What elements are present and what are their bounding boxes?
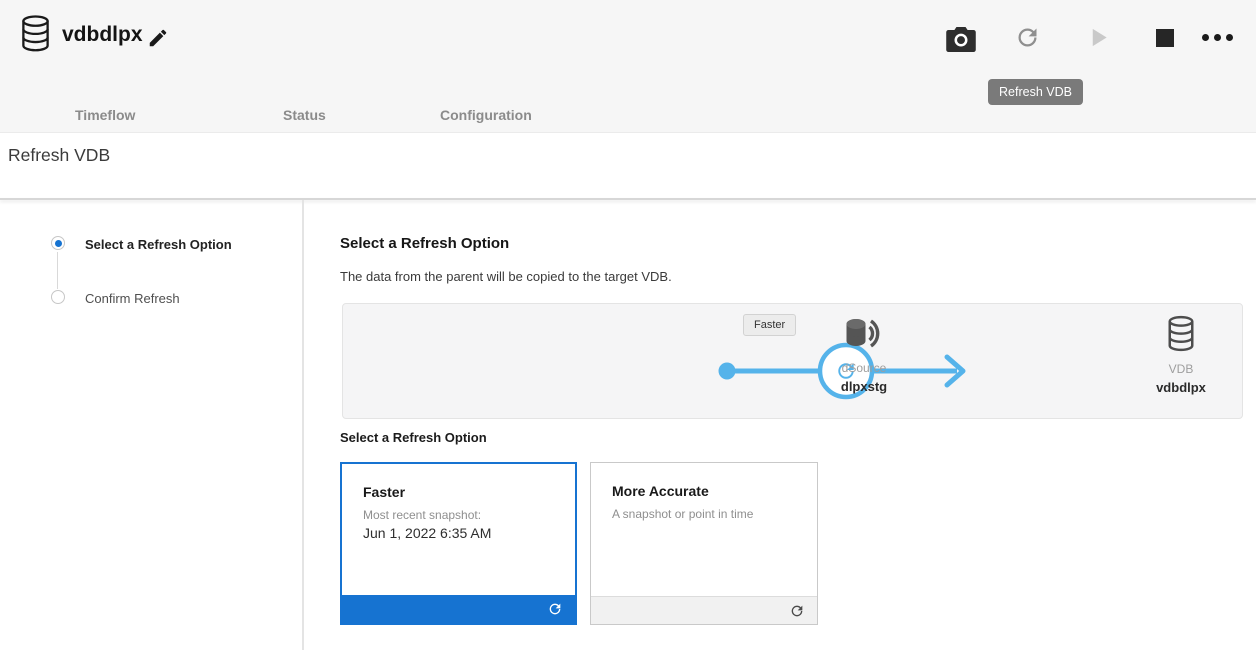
refresh-icon <box>547 601 563 617</box>
step-confirm-refresh[interactable]: Confirm Refresh <box>51 290 180 306</box>
tab-timeflow[interactable]: Timeflow <box>75 107 135 123</box>
step-connector-line <box>57 252 58 289</box>
refresh-option-heading: Select a Refresh Option <box>340 235 509 252</box>
refresh-option-description: The data from the parent will be copied … <box>340 269 672 284</box>
tab-status[interactable]: Status <box>283 107 326 123</box>
edit-pencil-icon[interactable] <box>147 27 169 49</box>
option-card-more-accurate[interactable]: More Accurate A snapshot or point in tim… <box>590 462 818 625</box>
step-active-dot-icon <box>51 236 65 250</box>
snapshot-camera-icon[interactable] <box>946 27 976 52</box>
option-snapshot-timestamp: Jun 1, 2022 6:35 AM <box>363 525 575 541</box>
horizontal-divider <box>0 198 1256 200</box>
dsource-name: dlpxstg <box>802 379 926 394</box>
page-title: Refresh VDB <box>8 145 110 166</box>
option-title: Faster <box>363 484 575 500</box>
refresh-vdb-tooltip: Refresh VDB <box>988 79 1083 105</box>
faster-badge: Faster <box>743 314 796 336</box>
step-label: Confirm Refresh <box>85 291 180 306</box>
dsource-type-label: dSource <box>802 361 926 375</box>
options-section-label: Select a Refresh Option <box>340 430 487 445</box>
vdb-database-icon <box>1166 315 1196 352</box>
option-card-faster[interactable]: Faster Most recent snapshot: Jun 1, 2022… <box>340 462 577 625</box>
step-select-refresh-option[interactable]: Select a Refresh Option <box>51 236 232 252</box>
vdb-name: vdbdlpx <box>1119 380 1243 395</box>
refresh-vdb-icon[interactable] <box>1014 24 1041 51</box>
database-icon <box>20 15 51 52</box>
step-idle-dot-icon <box>51 290 65 304</box>
refresh-flow-diagram: Faster dSource dlpxstg VDB vdbdlpx <box>342 303 1243 419</box>
dsource-icon <box>842 317 886 351</box>
header-bar: vdbdlpx Refresh VDB Timeflow Status Conf… <box>0 0 1256 133</box>
vdb-title: vdbdlpx <box>62 23 143 47</box>
vertical-divider <box>302 200 304 650</box>
option-footer <box>591 596 817 624</box>
option-subtitle: A snapshot or point in time <box>612 507 817 521</box>
option-footer-selected <box>342 595 575 623</box>
vdb-node: VDB vdbdlpx <box>1119 315 1243 395</box>
more-actions-icon[interactable] <box>1202 34 1233 41</box>
refresh-icon <box>789 603 805 619</box>
option-subtitle: Most recent snapshot: <box>363 508 575 522</box>
dsource-node: dSource dlpxstg <box>802 317 926 394</box>
vdb-type-label: VDB <box>1119 362 1243 376</box>
step-label: Select a Refresh Option <box>85 237 232 252</box>
tab-configuration[interactable]: Configuration <box>440 107 532 123</box>
start-play-icon <box>1087 26 1110 49</box>
option-title: More Accurate <box>612 483 817 499</box>
stop-icon[interactable] <box>1156 29 1174 47</box>
